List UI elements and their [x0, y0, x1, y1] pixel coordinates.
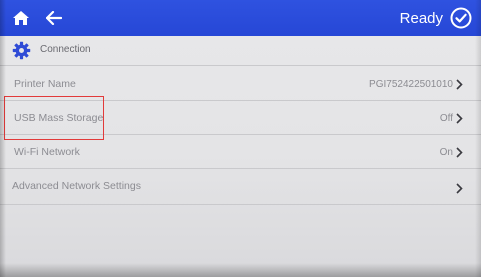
section-header: Connection — [0, 36, 481, 66]
row-label: Wi-Fi Network — [14, 146, 80, 158]
gear-icon — [12, 41, 31, 60]
chevron-right-icon — [456, 79, 463, 90]
chevron-right-icon — [456, 183, 463, 194]
annotation-highlight-box — [4, 96, 104, 140]
printer-screen: Ready Connection Printer Name PGI7524225… — [0, 0, 481, 277]
row-label: Advanced Network Settings — [12, 180, 141, 192]
row-value: PGI752422501010 — [369, 79, 453, 90]
row-label: Printer Name — [14, 78, 76, 90]
back-button[interactable] — [42, 6, 66, 30]
home-button[interactable] — [9, 6, 33, 30]
top-bar: Ready — [0, 0, 481, 36]
status-text: Ready — [399, 10, 443, 27]
chevron-right-icon — [456, 113, 463, 124]
row-advanced-network-settings[interactable]: Advanced Network Settings — [0, 169, 481, 205]
row-value: On — [439, 147, 453, 158]
back-arrow-icon — [46, 11, 62, 25]
chevron-right-icon — [456, 147, 463, 158]
section-title: Connection — [40, 44, 91, 55]
home-icon — [13, 11, 29, 25]
row-value: Off — [439, 113, 453, 124]
row-wifi-network[interactable]: Wi-Fi Network On — [0, 135, 481, 169]
check-circle-icon — [450, 7, 472, 29]
